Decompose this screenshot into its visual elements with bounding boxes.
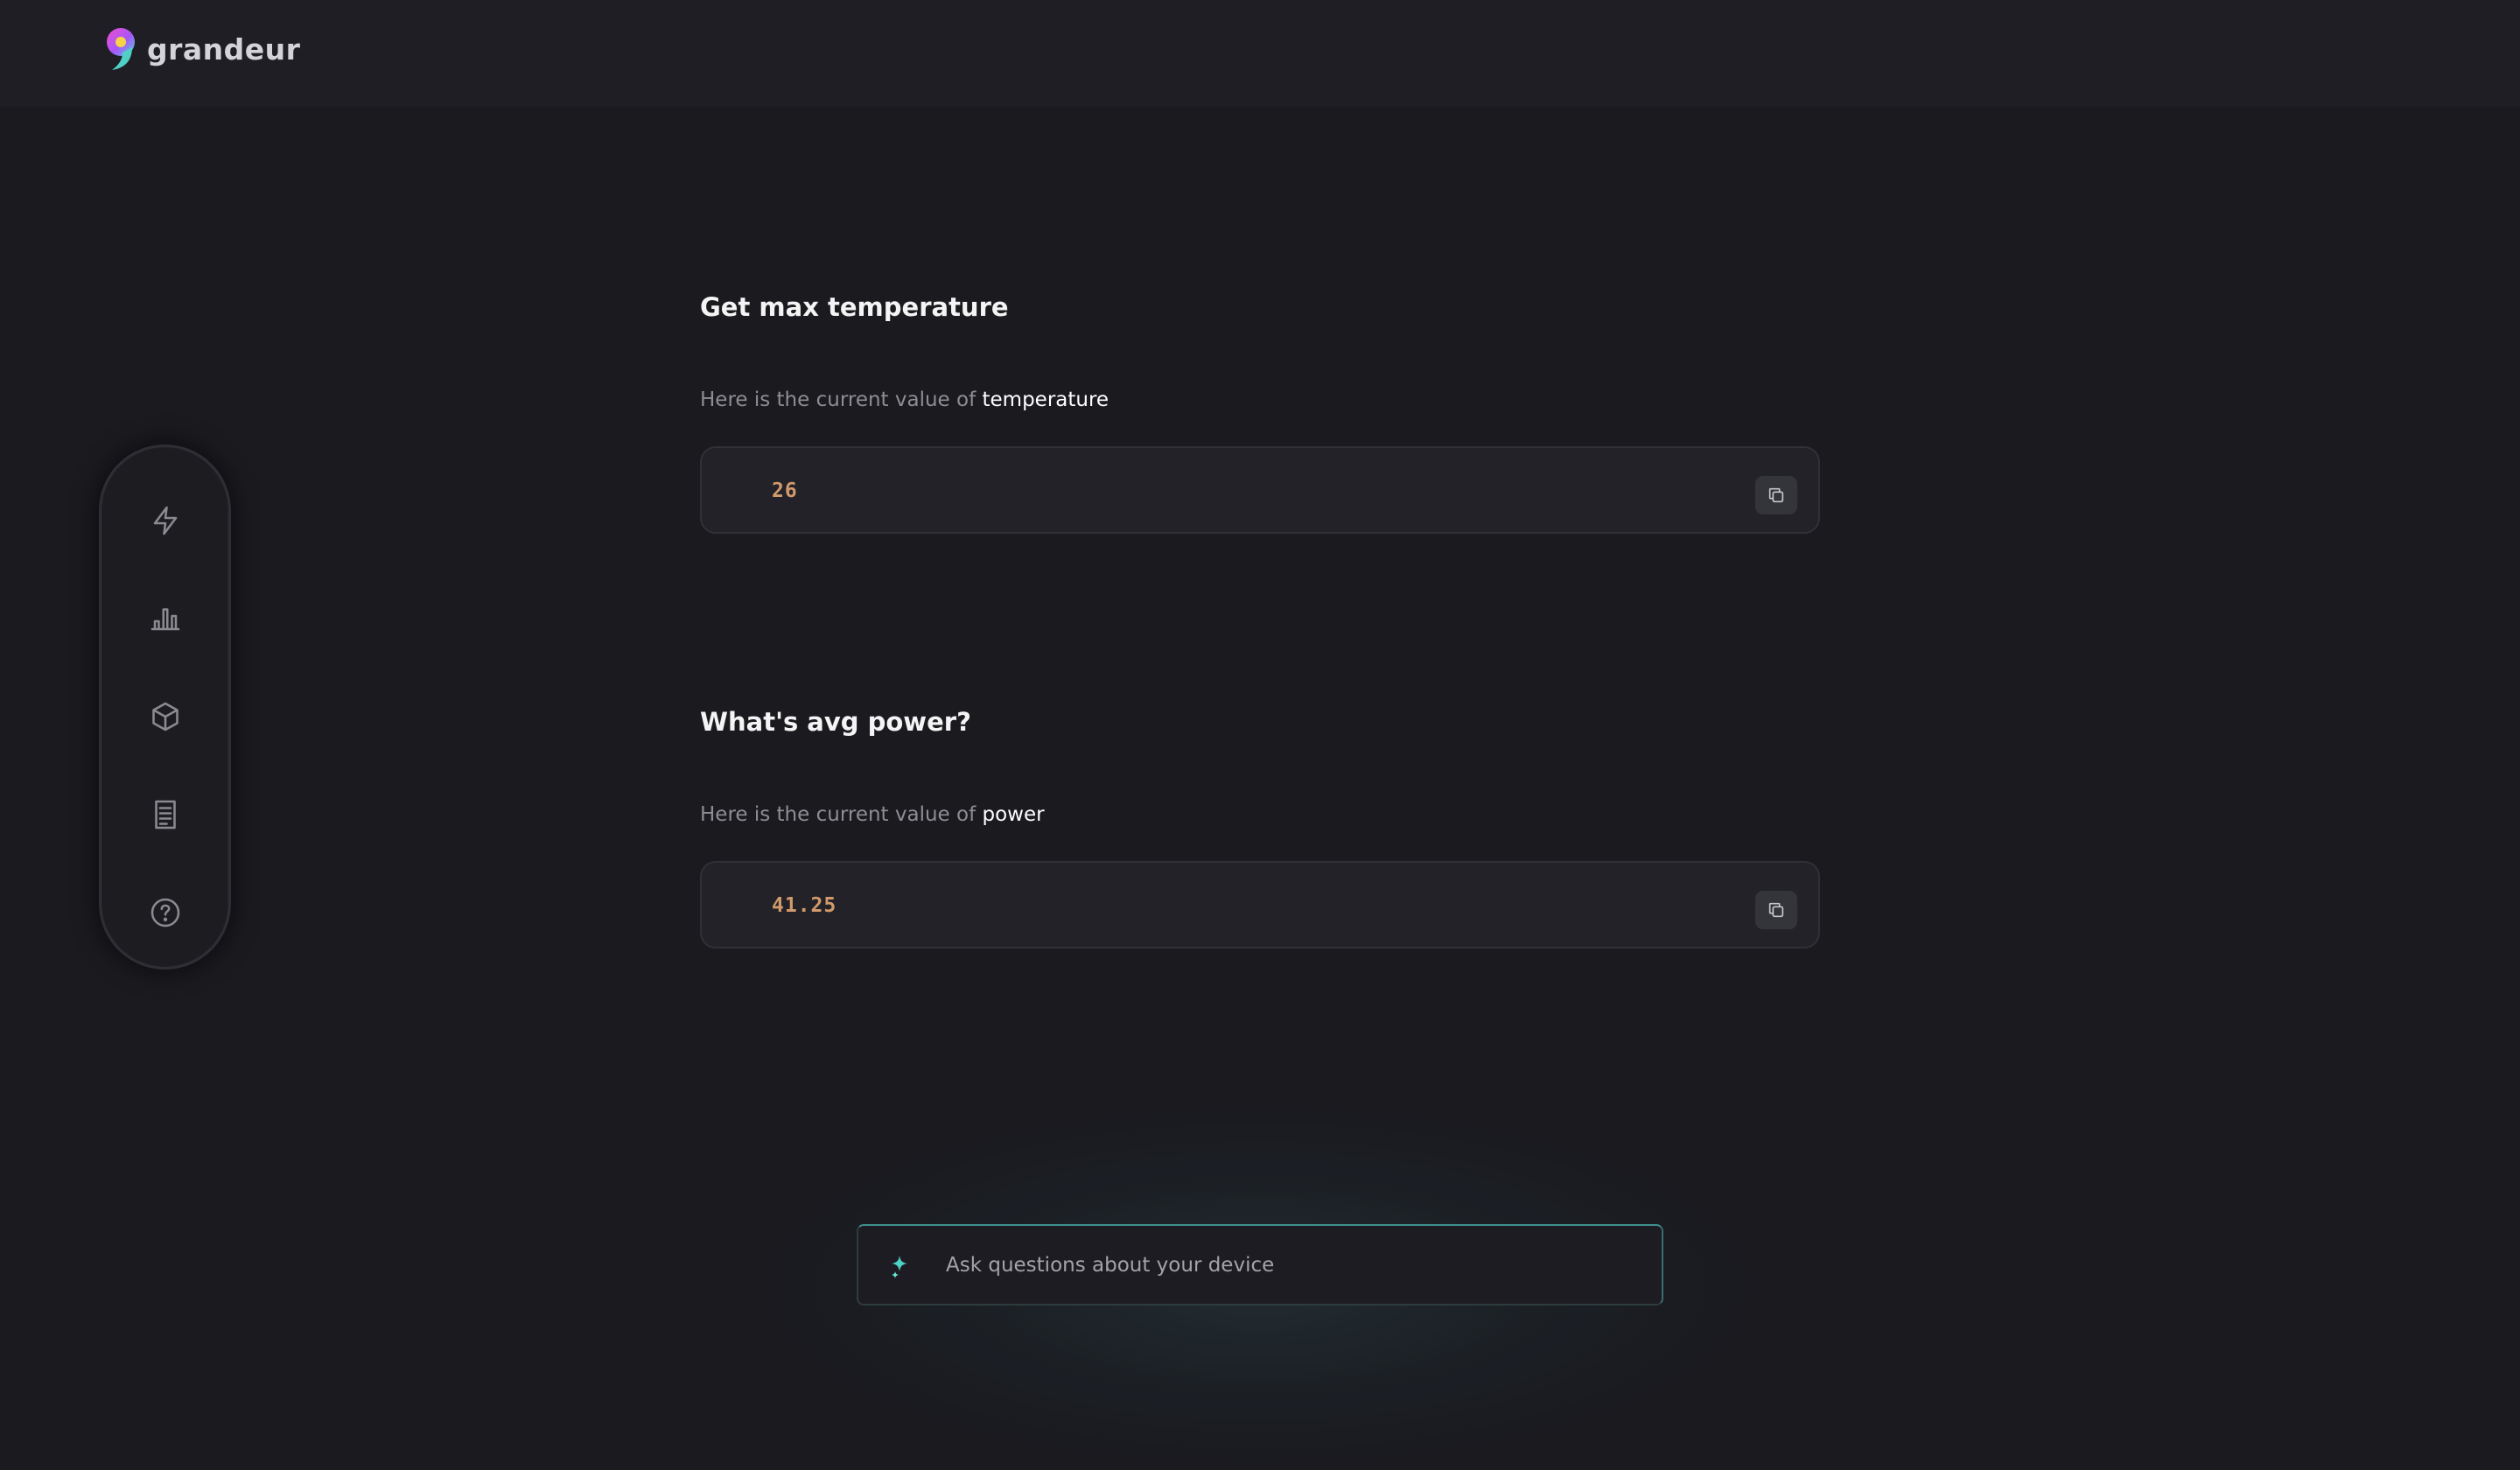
sidebar-item-actions[interactable] (141, 496, 190, 545)
variable-name: temperature (982, 388, 1110, 411)
top-bar: grandeur (0, 0, 2520, 107)
value-box: 26 (700, 446, 1820, 534)
copy-icon (1768, 487, 1784, 503)
sidebar-item-help[interactable] (141, 888, 190, 937)
copy-button[interactable] (1755, 476, 1797, 514)
sidebar-item-analytics[interactable] (141, 594, 190, 643)
document-icon (154, 800, 176, 830)
ask-input[interactable] (946, 1253, 1611, 1277)
help-icon (150, 898, 179, 928)
copy-button[interactable] (1755, 891, 1797, 929)
logo[interactable]: grandeur (103, 26, 300, 72)
answer-description: Here is the current value of power (700, 803, 1045, 826)
sidebar-item-devices[interactable] (141, 692, 190, 741)
value-text[interactable]: 26 (772, 480, 798, 502)
value-box: 41.25 (700, 861, 1820, 948)
cube-icon (151, 702, 178, 732)
copy-icon (1768, 902, 1784, 918)
app-name: grandeur (147, 32, 301, 66)
answer-description: Here is the current value of temperature (700, 388, 1109, 411)
ask-bar[interactable] (857, 1224, 1663, 1306)
sidebar-item-docs[interactable] (141, 790, 190, 839)
question-heading: Get max temperature (700, 292, 1009, 322)
lightning-icon (153, 506, 177, 536)
grandeur-logo-icon (107, 28, 135, 70)
qa-block-power: What's avg power? Here is the current va… (700, 707, 1820, 948)
sparkle-icon (892, 1255, 907, 1278)
answer-prefix: Here is the current value of (700, 803, 983, 826)
sidebar (99, 444, 231, 970)
variable-name: power (982, 803, 1045, 826)
question-heading: What's avg power? (700, 707, 971, 737)
value-text[interactable]: 41.25 (772, 894, 836, 917)
qa-block-temperature: Get max temperature Here is the current … (700, 292, 1820, 534)
bar-chart-icon (150, 608, 179, 631)
answer-prefix: Here is the current value of (700, 388, 983, 411)
